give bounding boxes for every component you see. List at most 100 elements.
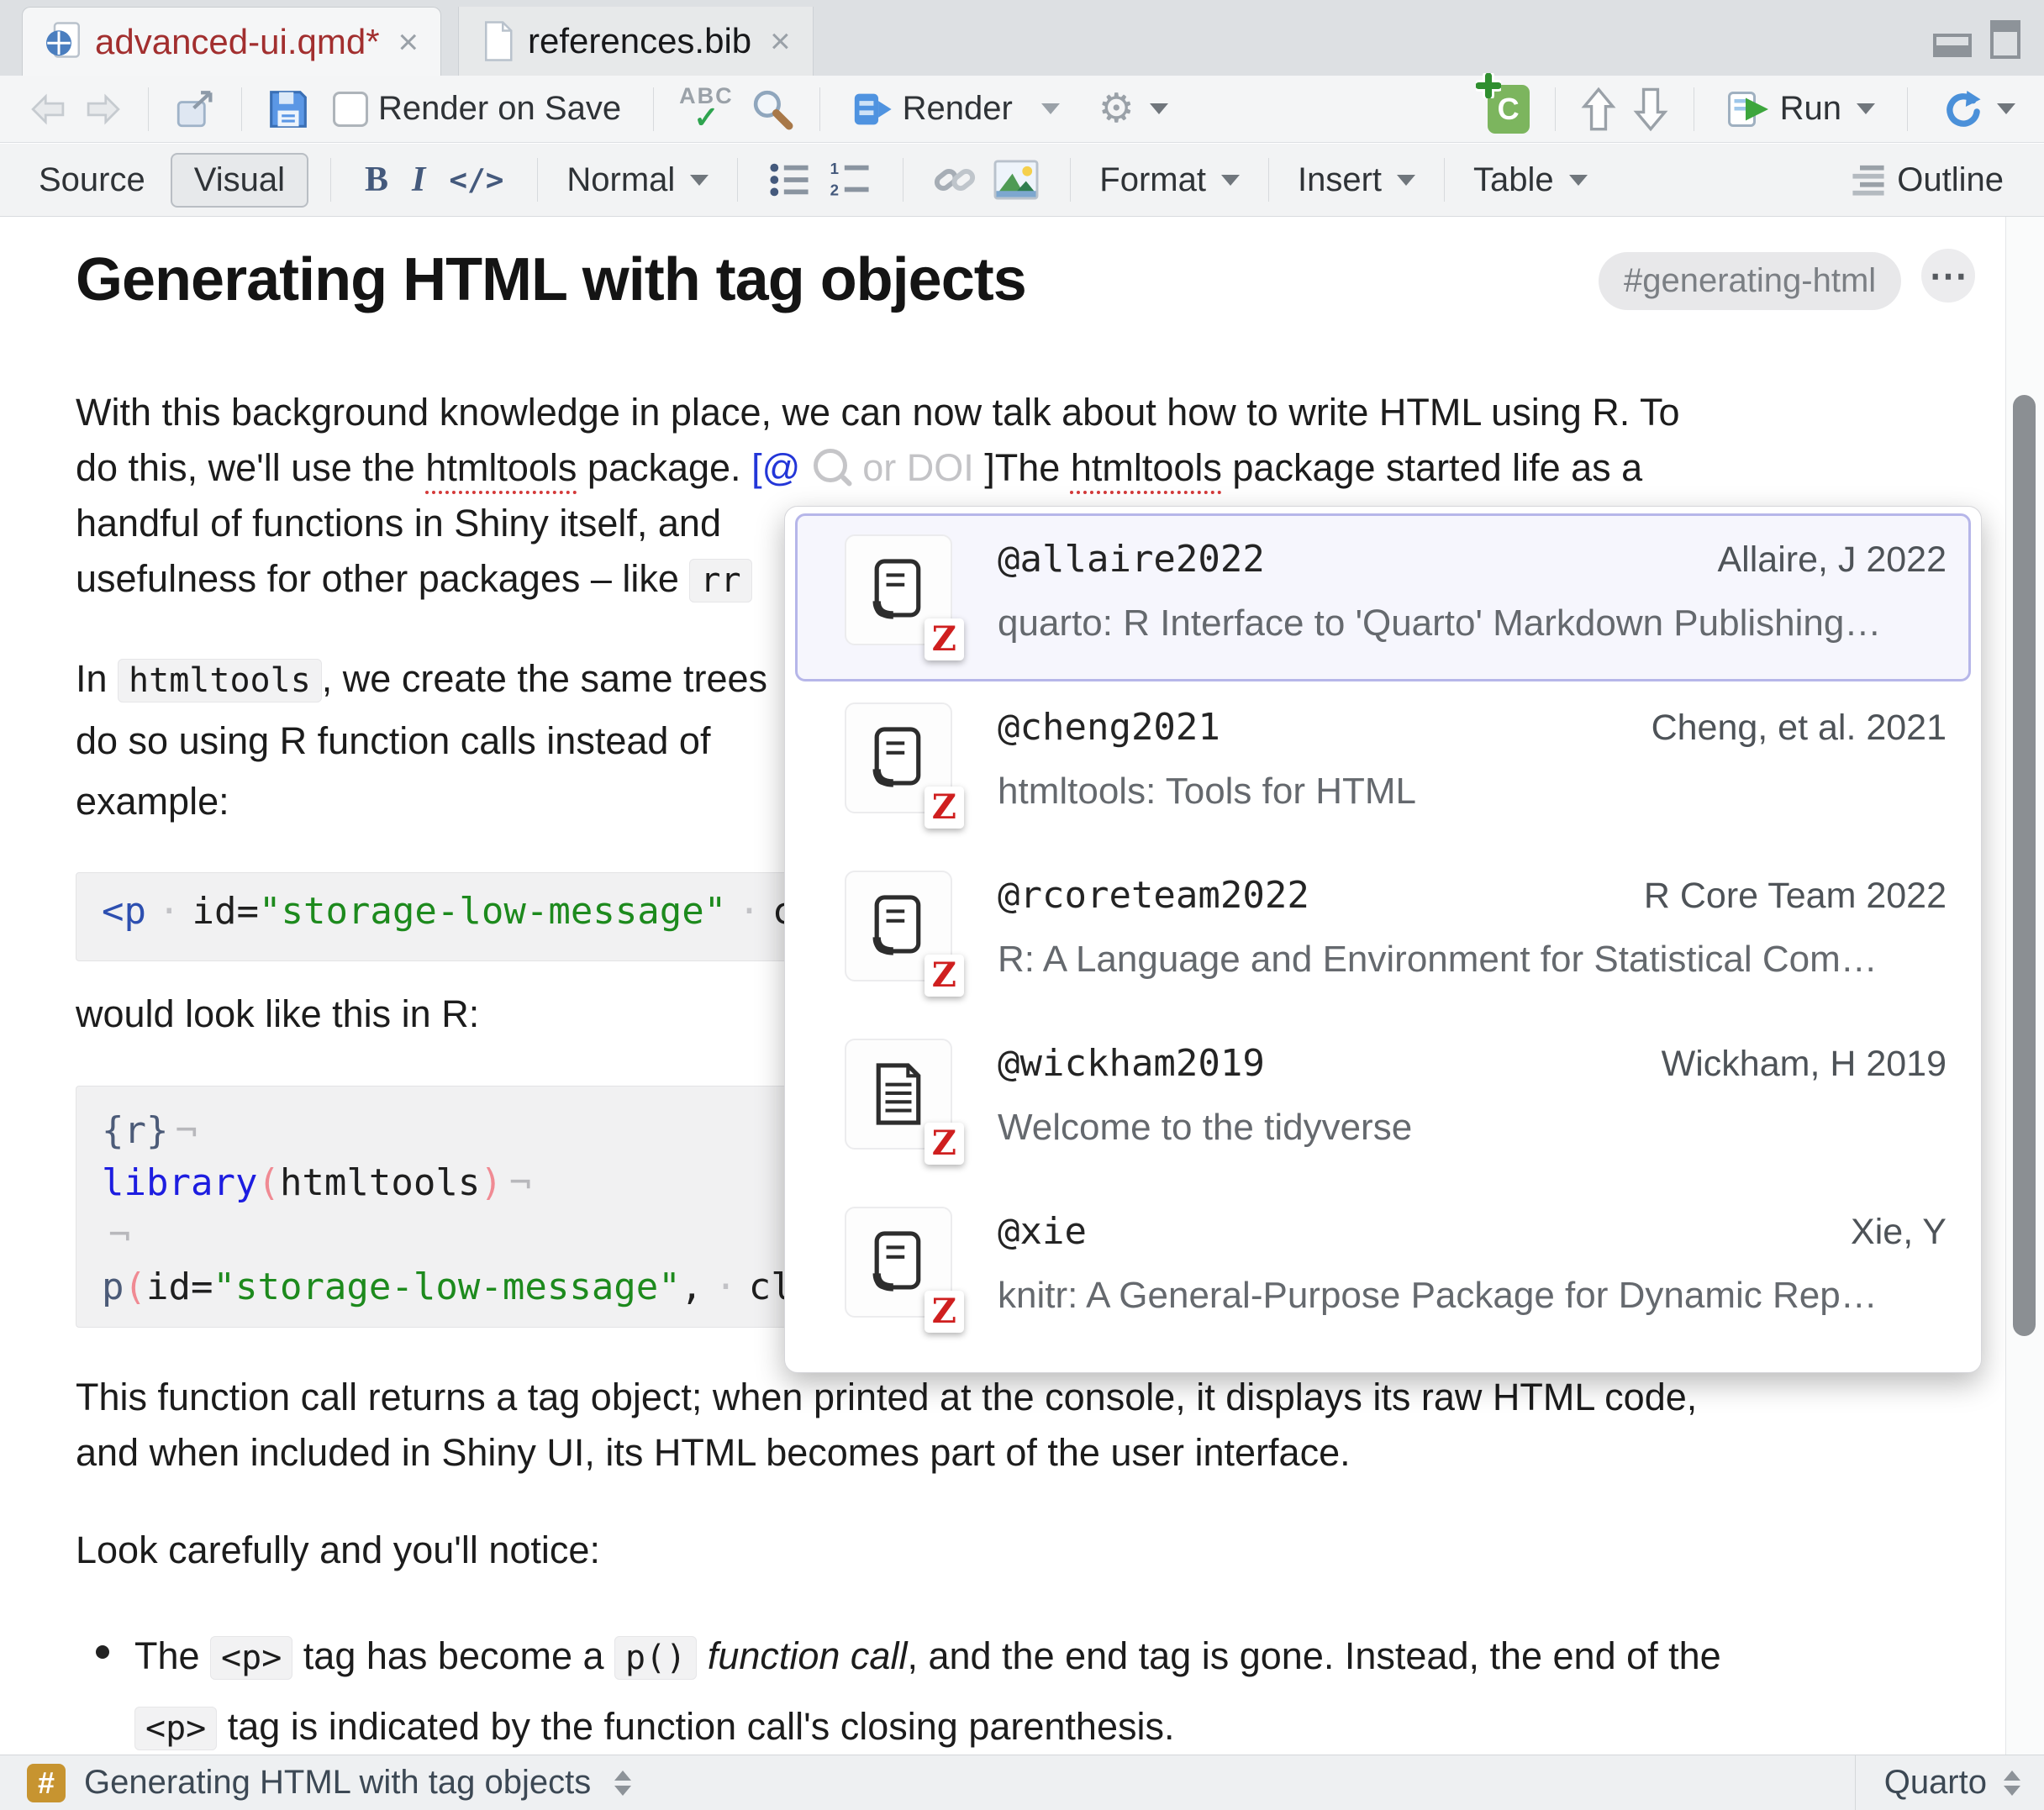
spellcheck-icon[interactable]: ABC ✓ — [679, 85, 734, 133]
link-icon[interactable] — [932, 159, 977, 201]
run-button[interactable]: Run — [1720, 84, 1882, 134]
bold-button[interactable]: B — [365, 160, 388, 200]
format-toolbar: Source Visual B I </> Normal 1 2 Format — [0, 144, 2044, 217]
text-segment: "storage-low-message" — [259, 890, 726, 933]
text-line: do this, we'll use the htmltools package… — [76, 440, 1967, 496]
insert-menu[interactable]: Insert — [1291, 156, 1422, 204]
paragraph-style-value: Normal — [566, 161, 675, 199]
section-id-badge: #generating-html — [1599, 252, 1901, 310]
save-icon[interactable] — [267, 88, 309, 130]
jump-down-icon[interactable] — [1633, 87, 1668, 132]
jump-up-icon[interactable] — [1581, 87, 1616, 132]
citation-body: @xie Xie, Y knitr: A General-Purpose Pac… — [998, 1207, 1947, 1317]
text-segment: usefulness for other packages – like — [76, 557, 689, 600]
editor-scrollbar[interactable] — [2005, 217, 2044, 1755]
text-segment: do so using R function calls instead of — [76, 719, 710, 762]
zotero-badge: Z — [925, 1291, 964, 1333]
text-segment: ¬ — [168, 1109, 198, 1152]
paragraph-look-carefully: Look carefully and you'll notice: — [76, 1523, 1967, 1578]
paragraph-tag-object: This function call returns a tag object;… — [76, 1370, 1967, 1481]
source-mode-button[interactable]: Source — [39, 161, 145, 199]
text-segment: [@ — [751, 446, 800, 489]
window-buttons — [1933, 20, 2020, 59]
bullet-marker — [96, 1645, 109, 1659]
format-menu-label: Format — [1099, 161, 1206, 199]
heading-hash-icon: # — [27, 1764, 66, 1802]
inline-code-button[interactable]: </> — [449, 163, 503, 197]
separator — [330, 158, 331, 202]
italic-button[interactable]: I — [412, 160, 425, 200]
render-on-save-checkbox[interactable]: Render on Save — [326, 85, 628, 133]
text-segment: p() — [614, 1636, 697, 1680]
citation-item[interactable]: Z @wickham2019 Wickham, H 2019 Welcome t… — [795, 1018, 1971, 1186]
section-stepper-icon[interactable] — [614, 1771, 631, 1796]
text-segment: "storage-low-message" — [213, 1265, 680, 1308]
render-button[interactable]: Render — [846, 85, 1019, 133]
text-line: This function call returns a tag object;… — [76, 1370, 1967, 1425]
text-line: <p> tag is indicated by the function cal… — [134, 1692, 2006, 1755]
section-more-button[interactable]: ⋯ — [1921, 249, 1975, 303]
format-menu[interactable]: Format — [1093, 156, 1246, 204]
citation-item[interactable]: Z @cheng2021 Cheng, et al. 2021 htmltool… — [795, 681, 1971, 850]
gear-icon: ⚙ — [1098, 89, 1135, 129]
close-icon[interactable]: × — [765, 21, 791, 61]
scrollbar-thumb[interactable] — [2013, 395, 2036, 1336]
render-dropdown-caret[interactable] — [1041, 103, 1060, 114]
search-icon — [814, 449, 847, 482]
zotero-badge: Z — [925, 955, 964, 997]
text-segment: In — [76, 657, 118, 700]
citation-key: @cheng2021 — [998, 706, 1220, 749]
forward-icon[interactable] — [84, 91, 123, 128]
tab-label: advanced-ui.qmd* — [95, 22, 380, 62]
insert-chunk-button[interactable]: C — [1488, 85, 1530, 134]
zotero-badge: Z — [925, 1123, 964, 1165]
checkbox-icon[interactable] — [333, 92, 368, 127]
close-icon[interactable]: × — [393, 22, 419, 62]
svg-text:2: 2 — [830, 182, 839, 199]
source-tools-button[interactable] — [1933, 83, 2022, 135]
text-segment: htmltools — [280, 1161, 480, 1204]
editor-format-selector[interactable]: Quarto — [1855, 1755, 2044, 1810]
citation-title: R: A Language and Environment for Statis… — [998, 939, 1947, 981]
text-segment: htmltools — [425, 446, 577, 489]
reference-type-icon: Z — [845, 871, 952, 981]
citation-key: @wickham2019 — [998, 1042, 1265, 1085]
citation-title: htmltools: Tools for HTML — [998, 771, 1947, 813]
table-menu[interactable]: Table — [1467, 156, 1594, 204]
find-icon[interactable] — [751, 87, 794, 131]
settings-button[interactable]: ⚙ — [1092, 84, 1175, 134]
citation-item[interactable]: Z @allaire2022 Allaire, J 2022 quarto: R… — [795, 513, 1971, 681]
popout-icon[interactable] — [174, 89, 216, 129]
maximize-icon[interactable] — [1990, 20, 2020, 59]
text-segment: Look carefully and you'll notice: — [76, 1529, 600, 1571]
citation-body: @wickham2019 Wickham, H 2019 Welcome to … — [998, 1039, 1947, 1149]
outline-toggle[interactable]: Outline — [1843, 156, 2010, 204]
citation-item[interactable]: Z @xie Xie, Y knitr: A General-Purpose P… — [795, 1186, 1971, 1354]
back-icon[interactable] — [29, 91, 67, 128]
text-segment: tag is indicated by the function call's … — [217, 1705, 1174, 1748]
render-icon — [852, 91, 893, 128]
separator — [1268, 158, 1269, 202]
citation-title: knitr: A General-Purpose Package for Dyn… — [998, 1275, 1947, 1317]
citation-key: @rcoreteam2022 — [998, 874, 1309, 917]
paragraph-style-dropdown[interactable]: Normal — [560, 156, 715, 204]
settings-dropdown-caret — [1150, 103, 1168, 114]
text-segment: tag has become a — [292, 1634, 614, 1677]
text-segment: <p> — [134, 1707, 217, 1750]
separator — [1444, 158, 1445, 202]
text-segment: , — [681, 1265, 703, 1308]
tab-references-bib[interactable]: references.bib × — [458, 7, 814, 76]
section-navigator[interactable]: # Generating HTML with tag objects — [0, 1764, 1855, 1802]
text-segment: p — [102, 1265, 124, 1308]
minimize-icon[interactable] — [1933, 34, 1972, 57]
visual-mode-button[interactable]: Visual — [171, 153, 308, 208]
outline-label: Outline — [1897, 161, 2004, 199]
bullet-list-icon[interactable] — [768, 160, 812, 199]
visual-editor-canvas[interactable]: Generating HTML with tag objects #genera… — [0, 217, 2006, 1755]
numbered-list-icon[interactable]: 1 2 — [829, 160, 872, 199]
separator — [241, 87, 242, 131]
image-icon[interactable] — [993, 159, 1040, 201]
citation-item[interactable]: Z @rcoreteam2022 R Core Team 2022 R: A L… — [795, 850, 1971, 1018]
book-icon — [872, 1229, 925, 1295]
tab-advanced-ui-qmd[interactable]: advanced-ui.qmd* × — [22, 7, 441, 76]
